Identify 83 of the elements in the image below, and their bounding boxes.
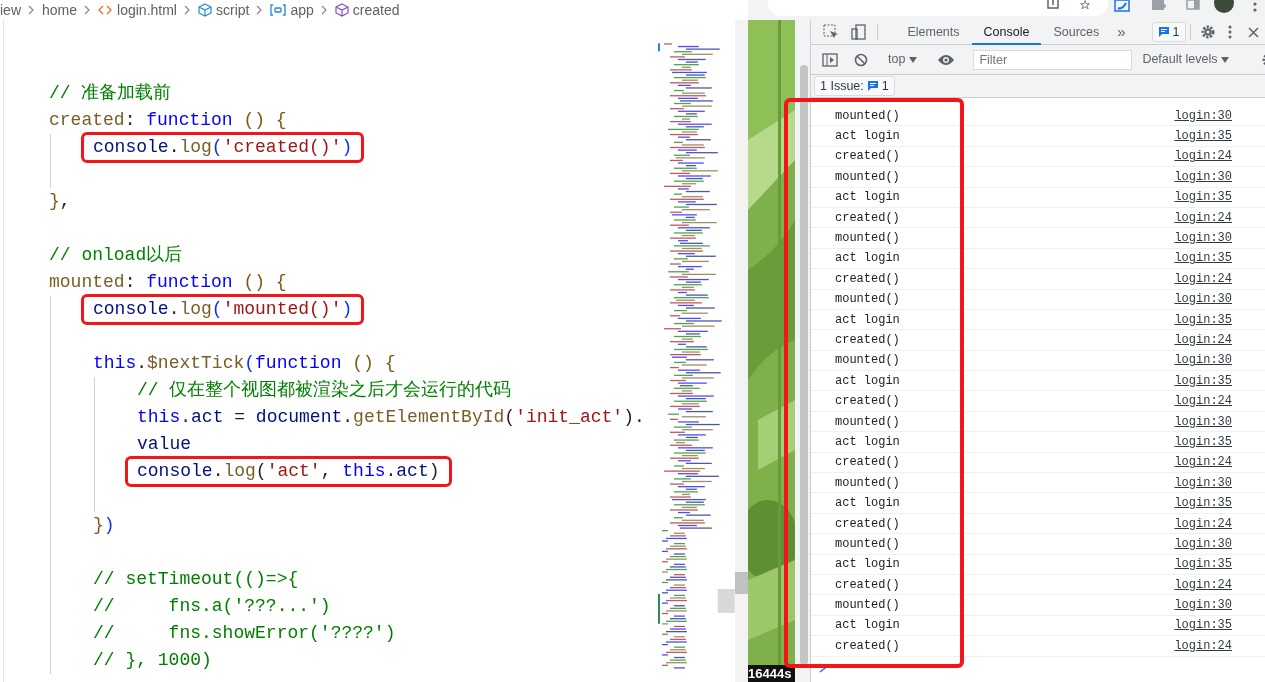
code-line: },	[49, 190, 71, 213]
log-message: mounted()	[835, 597, 900, 615]
log-message: act login	[835, 189, 900, 207]
source-link[interactable]: login:35	[1174, 432, 1232, 451]
source-link[interactable]: login:35	[1174, 494, 1232, 513]
log-message: created()	[835, 209, 900, 227]
code-line: this.$nextTick(function () {	[93, 352, 396, 375]
log-message: mounted()	[835, 291, 900, 309]
breadcrumb-item[interactable]: login.html	[117, 0, 177, 21]
source-link[interactable]: login:30	[1174, 290, 1232, 309]
breadcrumb-item[interactable]: script	[215, 0, 250, 21]
source-link[interactable]: login:35	[1174, 127, 1232, 146]
log-message: created()	[835, 637, 900, 655]
code-line: value	[137, 433, 191, 456]
source-link[interactable]: login:24	[1174, 636, 1232, 655]
breadcrumb-item[interactable]: iew	[0, 0, 21, 21]
breadcrumb-item[interactable]: app	[290, 0, 314, 21]
duration-label: 16444s	[748, 665, 795, 682]
source-link[interactable]: login:24	[1174, 147, 1232, 166]
code-line: // fns.showError('????')	[93, 622, 396, 645]
source-link[interactable]: login:30	[1174, 167, 1232, 186]
log-message: act login	[835, 128, 900, 146]
source-link[interactable]: login:35	[1174, 555, 1232, 574]
source-link[interactable]: login:30	[1174, 596, 1232, 615]
tab[interactable]: Elements	[895, 19, 972, 45]
log-message: created()	[835, 332, 900, 349]
log-message: act login	[835, 495, 900, 513]
breadcrumb-item[interactable]: created	[352, 0, 400, 21]
log-message: mounted()	[835, 413, 900, 431]
source-link[interactable]: login:35	[1174, 616, 1232, 635]
log-message: act login	[835, 433, 900, 451]
issues-button[interactable]: 1 Issue: 1	[814, 76, 895, 96]
source-link[interactable]: login:30	[1174, 106, 1232, 125]
issues-badge[interactable]: 1	[1151, 22, 1186, 42]
code-line: this.act = document.getElementById('init_act').	[137, 406, 645, 429]
log-message: act login	[835, 250, 900, 268]
log-message: act login	[835, 556, 900, 574]
more-tabs-button[interactable]: »	[1117, 20, 1126, 44]
log-message: created()	[835, 515, 900, 533]
source-link[interactable]: login:35	[1174, 371, 1232, 390]
source-link[interactable]: login:35	[1174, 188, 1232, 207]
source-link[interactable]: login:24	[1174, 208, 1232, 227]
source-link[interactable]: login:30	[1174, 473, 1232, 492]
tab[interactable]: Sources	[1041, 19, 1112, 45]
code-line: // 准备加载前	[49, 82, 172, 105]
log-message: mounted()	[835, 107, 900, 125]
log-message: mounted()	[835, 352, 900, 370]
log-message: created()	[835, 454, 900, 472]
code-line: // 仅在整个视图都被渲染之后才会运行的代码	[137, 379, 512, 402]
code-line: // onload以后	[49, 244, 183, 267]
log-message: act login	[835, 372, 900, 390]
source-link[interactable]: login:30	[1174, 351, 1232, 370]
code-line: created: function () {	[49, 109, 287, 132]
log-message: created()	[835, 393, 900, 411]
source-link[interactable]: login:35	[1174, 249, 1232, 268]
source-link[interactable]: login:24	[1174, 514, 1232, 533]
filter-field[interactable]: Filter	[973, 49, 1133, 70]
source-link[interactable]: login:30	[1174, 534, 1232, 553]
source-link[interactable]: login:24	[1174, 269, 1232, 288]
log-message: mounted()	[835, 474, 900, 492]
source-link[interactable]: login:30	[1174, 229, 1232, 248]
source-link[interactable]: login:24	[1174, 392, 1232, 411]
log-message: act login	[835, 311, 900, 329]
source-link[interactable]: login:30	[1174, 412, 1232, 431]
log-message: mounted()	[835, 535, 900, 553]
log-message: act login	[835, 617, 900, 635]
log-message: created()	[835, 148, 900, 166]
source-link[interactable]: login:24	[1174, 331, 1232, 349]
log-message: created()	[835, 270, 900, 288]
log-message: created()	[835, 576, 900, 594]
code-line: mounted: function () {	[49, 271, 287, 294]
log-message: mounted()	[835, 230, 900, 248]
source-link[interactable]: login:24	[1174, 575, 1232, 594]
code-line: // setTimeout(()=>{	[93, 568, 299, 591]
source-link[interactable]: login:24	[1174, 453, 1232, 472]
source-link[interactable]: login:35	[1174, 310, 1232, 329]
code-line: // }, 1000)	[93, 649, 212, 672]
code-line: })	[93, 514, 115, 537]
context-dropdown[interactable]: top	[882, 50, 924, 69]
code-line: // fns.a('???...')	[93, 595, 331, 618]
breadcrumb-item[interactable]: home	[42, 0, 78, 21]
levels-dropdown[interactable]: Default levels	[1136, 50, 1236, 69]
log-message: mounted()	[835, 168, 900, 186]
